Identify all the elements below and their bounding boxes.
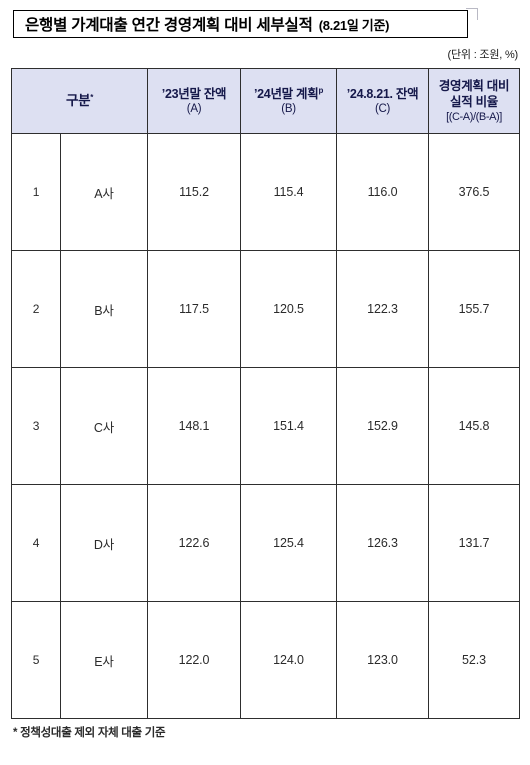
column-header-achievement-ratio-line2: 실적 비율 xyxy=(450,94,498,109)
column-header-plan-2024-superscript: p xyxy=(318,85,324,95)
cell-balance-2023: 122.0 xyxy=(147,601,242,719)
cell-balance-20240821: 126.3 xyxy=(336,484,430,602)
column-header-balance-2023: ’23년말 잔액 (A) xyxy=(147,68,242,134)
cell-bank-name: C사 xyxy=(59,367,149,485)
column-header-achievement-ratio-line1: 경영계획 대비 xyxy=(438,78,510,93)
column-header-plan-2024-line2: (B) xyxy=(281,102,296,115)
cell-achievement-ratio: 145.8 xyxy=(428,367,521,485)
cell-plan-2024: 125.4 xyxy=(240,484,338,602)
column-header-plan-2024-line1: ’24년말 계획p xyxy=(241,86,336,102)
cell-bank-name: E사 xyxy=(59,601,149,719)
column-header-balance-2023-line1: ’23년말 잔액 xyxy=(161,86,227,101)
cell-balance-20240821: 152.9 xyxy=(336,367,430,485)
cell-plan-2024: 151.4 xyxy=(240,367,338,485)
table-row: 3 C사 148.1 151.4 152.9 145.8 xyxy=(11,367,521,485)
cell-achievement-ratio: 155.7 xyxy=(428,250,521,368)
cell-balance-20240821: 116.0 xyxy=(336,133,430,251)
table-row: 2 B사 117.5 120.5 122.3 155.7 xyxy=(11,250,521,368)
unit-note: (단위 : 조원, %) xyxy=(447,49,519,61)
cell-plan-2024: 115.4 xyxy=(240,133,338,251)
table-row: 5 E사 122.0 124.0 123.0 52.3 xyxy=(11,601,521,719)
table-header: 구분* ’23년말 잔액 (A) ’24년말 계획p (B) ’24.8.21.… xyxy=(10,68,521,134)
column-header-balance-20240821: ’24.8.21. 잔액 (C) xyxy=(336,68,430,134)
cell-balance-2023: 115.2 xyxy=(147,133,242,251)
column-header-achievement-ratio: 경영계획 대비 실적 비율 [(C-A)/(B-A)] xyxy=(428,68,521,134)
cell-achievement-ratio: 131.7 xyxy=(428,484,521,602)
column-header-balance-20240821-line1: ’24.8.21. 잔액 xyxy=(346,86,419,101)
table-footnote: * 정책성대출 제외 자체 대출 기준 xyxy=(13,727,166,739)
table-row: 1 A사 115.2 115.4 116.0 376.5 xyxy=(11,133,521,251)
table-row: 4 D사 122.6 125.4 126.3 131.7 xyxy=(11,484,521,602)
table-container: 구분* ’23년말 잔액 (A) ’24년말 계획p (B) ’24.8.21.… xyxy=(10,68,521,719)
cell-row-index: 5 xyxy=(11,601,61,719)
document-title-box: 은행별 가계대출 연간 경영계획 대비 세부실적 (8.21일 기준) xyxy=(13,10,468,38)
cell-row-index: 3 xyxy=(11,367,61,485)
cell-balance-2023: 117.5 xyxy=(147,250,242,368)
cell-row-index: 4 xyxy=(11,484,61,602)
crop-mark-icon xyxy=(466,8,478,20)
column-header-gubun-label: 구분 xyxy=(65,93,91,109)
cell-bank-name: D사 xyxy=(59,484,149,602)
table-body: 1 A사 115.2 115.4 116.0 376.5 2 B사 117.5 120.5 122.… xyxy=(11,133,521,719)
cell-plan-2024: 124.0 xyxy=(240,601,338,719)
column-header-plan-2024-text: ’24년말 계획 xyxy=(253,86,319,101)
cell-bank-name: A사 xyxy=(59,133,149,251)
cell-achievement-ratio: 52.3 xyxy=(428,601,521,719)
cell-plan-2024: 120.5 xyxy=(240,250,338,368)
cell-row-index: 1 xyxy=(11,133,61,251)
cell-achievement-ratio: 376.5 xyxy=(428,133,521,251)
cell-balance-20240821: 122.3 xyxy=(336,250,430,368)
column-header-achievement-ratio-formula: [(C-A)/(B-A)] xyxy=(446,110,502,123)
column-header-plan-2024: ’24년말 계획p (B) xyxy=(240,68,338,134)
household-loan-performance-table: 구분* ’23년말 잔액 (A) ’24년말 계획p (B) ’24.8.21.… xyxy=(10,68,521,719)
cell-balance-2023: 148.1 xyxy=(147,367,242,485)
cell-balance-2023: 122.6 xyxy=(147,484,242,602)
page-title: 은행별 가계대출 연간 경영계획 대비 세부실적 xyxy=(25,17,313,34)
table-header-row: 구분* ’23년말 잔액 (A) ’24년말 계획p (B) ’24.8.21.… xyxy=(10,68,521,134)
page-title-date-note: (8.21일 기준) xyxy=(318,17,390,33)
column-header-gubun-superscript: * xyxy=(90,93,94,103)
cell-bank-name: B사 xyxy=(59,250,149,368)
cell-row-index: 2 xyxy=(11,250,61,368)
column-header-gubun: 구분* xyxy=(10,68,149,134)
column-header-balance-20240821-line2: (C) xyxy=(374,102,391,115)
column-header-balance-2023-line2: (A) xyxy=(186,102,202,115)
cell-balance-20240821: 123.0 xyxy=(336,601,430,719)
